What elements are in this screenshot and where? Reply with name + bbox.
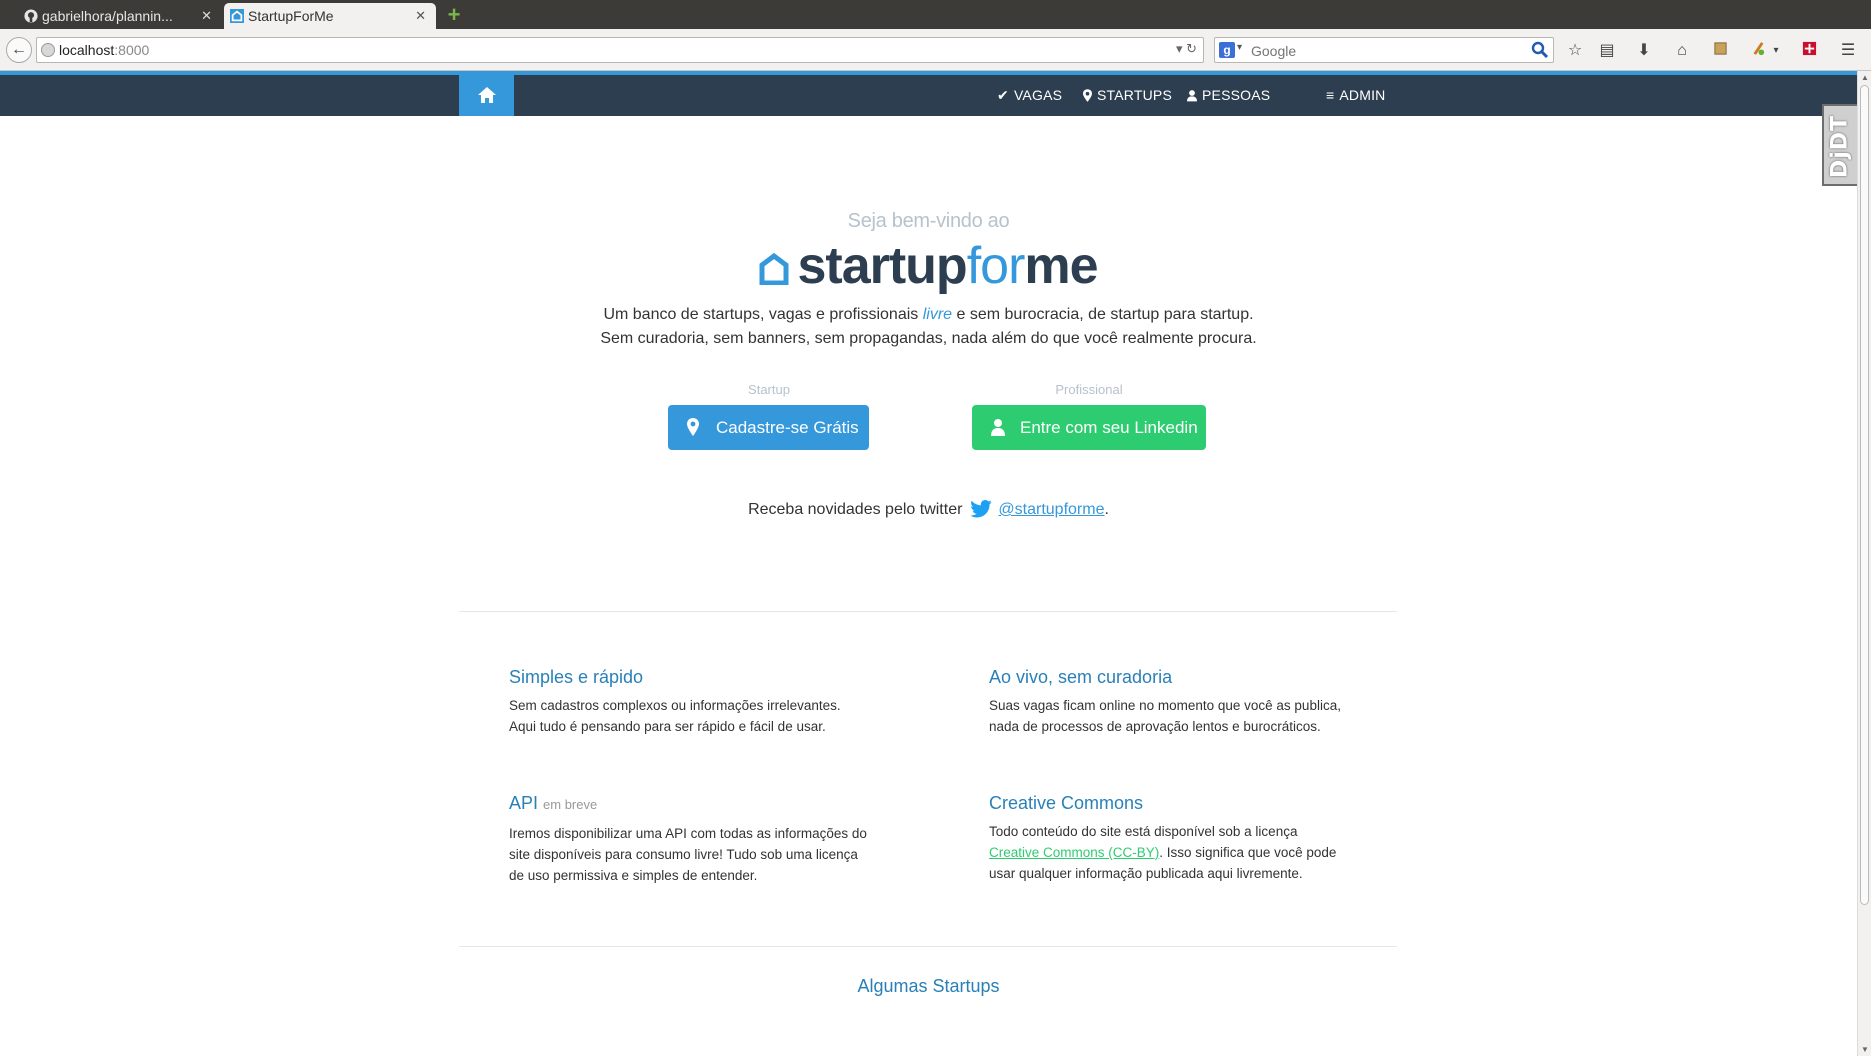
- bookmark-star-icon[interactable]: ☆: [1565, 41, 1585, 61]
- welcome-text: Seja bem-vindo ao: [847, 210, 1010, 232]
- search-engine-dropdown-icon[interactable]: ▾: [1237, 42, 1242, 53]
- creative-commons-link[interactable]: Creative Commons (CC-BY): [989, 845, 1159, 860]
- scroll-up-arrow-icon[interactable]: ▲: [1860, 73, 1870, 82]
- tab-title: StartupForMe: [248, 8, 334, 24]
- divider: [459, 946, 1397, 947]
- feature-title: Ao vivo, sem curadoria: [989, 667, 1173, 687]
- url-host: localhost: [59, 42, 115, 58]
- tagline-part1: Um banco de startups, vagas e profission…: [603, 306, 923, 323]
- menu-hamburger-icon[interactable]: ☰: [1838, 41, 1858, 61]
- close-tab-icon[interactable]: ✕: [201, 3, 212, 29]
- startup-label: Startup: [748, 382, 790, 397]
- feature-text-before: Todo conteúdo do site está disponível so…: [989, 824, 1298, 839]
- scroll-thumb[interactable]: [1860, 85, 1869, 905]
- feature-text: Sem cadastros complexos ou informações i…: [509, 698, 841, 734]
- map-marker-icon: [1083, 89, 1092, 102]
- check-icon: ✔: [997, 87, 1009, 103]
- house-logo-icon: [759, 252, 789, 286]
- tagline-line2: Sem curadoria, sem banners, sem propagan…: [600, 330, 1257, 347]
- feature-title: API: [509, 793, 539, 813]
- section-title-startups: Algumas Startups: [857, 976, 1000, 996]
- nav-startups[interactable]: STARTUPS: [1083, 75, 1172, 116]
- map-marker-icon: [687, 418, 699, 436]
- browser-tab-startupforme[interactable]: StartupForMe ✕: [224, 3, 436, 29]
- scroll-down-arrow-icon[interactable]: ▼: [1860, 1045, 1870, 1054]
- addon-icon[interactable]: [1748, 41, 1768, 61]
- brand-me: me: [1024, 237, 1098, 295]
- menu-icon: ≡: [1326, 87, 1335, 103]
- page-scrollbar[interactable]: ▲ ▼: [1857, 71, 1871, 1056]
- feature-text: Suas vagas ficam online no momento que v…: [989, 698, 1341, 734]
- google-icon[interactable]: g: [1219, 42, 1235, 58]
- site-navbar: ✔ VAGAS STARTUPS PESSOAS ≡ ADMIN: [0, 71, 1857, 116]
- nav-vagas-label: VAGAS: [1013, 87, 1063, 103]
- feature-creative-commons: Creative Commons Todo conteúdo do site e…: [989, 791, 1369, 884]
- firebug-icon[interactable]: [1799, 41, 1819, 61]
- feature-api: API em breve Iremos disponibilizar uma A…: [509, 791, 889, 886]
- nav-admin[interactable]: ≡ ADMIN: [1326, 75, 1386, 116]
- browser-toolbar: ← localhost:8000 ▾ ↻ g ▾ ☆ ▤ ⬇ ⌂ ▾ ☰: [0, 29, 1871, 71]
- tagline-livre: livre: [922, 306, 953, 323]
- addon-dropdown-icon[interactable]: ▾: [1766, 41, 1786, 61]
- reading-list-icon[interactable]: ▤: [1597, 41, 1617, 61]
- home-icon: [478, 87, 496, 103]
- feature-simples: Simples e rápido Sem cadastros complexos…: [509, 665, 889, 737]
- house-favicon-icon: [230, 9, 244, 23]
- signup-free-label: Cadastre-se Grátis: [716, 418, 859, 437]
- twitter-handle-link[interactable]: @startupforme: [998, 501, 1104, 518]
- linkedin-login-label: Entre com seu Linkedin: [1020, 418, 1198, 437]
- tagline-part2: e sem burocracia, de startup para startu…: [952, 306, 1254, 323]
- feature-title: Creative Commons: [989, 793, 1144, 813]
- download-icon[interactable]: ⬇: [1634, 41, 1654, 61]
- tab-title: gabrielhora/plannin...: [42, 8, 173, 24]
- close-tab-icon[interactable]: ✕: [415, 3, 426, 29]
- back-arrow-icon[interactable]: ←: [6, 37, 32, 63]
- brand-logo: startupforme: [0, 236, 1857, 296]
- user-icon: [991, 419, 1005, 436]
- nav-admin-label: ADMIN: [1339, 87, 1386, 103]
- reload-icon[interactable]: ↻: [1186, 41, 1197, 56]
- twitter-bird-icon: [970, 500, 993, 518]
- search-bar[interactable]: g ▾: [1214, 37, 1554, 63]
- github-icon: [24, 9, 38, 23]
- search-icon[interactable]: [1531, 41, 1549, 59]
- home-icon[interactable]: ⌂: [1672, 41, 1692, 61]
- url-bar[interactable]: localhost:8000 ▾ ↻: [36, 37, 1204, 63]
- new-tab-icon[interactable]: +: [443, 3, 465, 27]
- signup-free-button[interactable]: Cadastre-se Grátis: [668, 405, 869, 450]
- divider: [459, 611, 1397, 612]
- nav-startups-label: STARTUPS: [1097, 87, 1172, 103]
- twitter-line: Receba novidades pelo twitter @startupfo…: [0, 500, 1857, 519]
- user-icon: [1187, 90, 1197, 102]
- brand-startup: startup: [797, 237, 967, 295]
- ddt-toolbar-handle[interactable]: DjDT: [1822, 104, 1857, 186]
- nav-vagas[interactable]: ✔ VAGAS: [997, 75, 1062, 116]
- search-input[interactable]: [1249, 40, 1523, 62]
- brand-for: for: [966, 237, 1026, 295]
- twitter-suffix: .: [1104, 501, 1109, 518]
- feature-badge-em-breve: em breve: [543, 797, 598, 812]
- globe-icon: [41, 43, 55, 57]
- bookmarks-icon[interactable]: [1710, 41, 1730, 61]
- feature-title: Simples e rápido: [509, 667, 644, 687]
- feature-text: Iremos disponibilizar uma API com todas …: [509, 826, 867, 883]
- tagline: Um banco de startups, vagas e profission…: [0, 303, 1857, 351]
- feature-ao-vivo: Ao vivo, sem curadoria Suas vagas ficam …: [989, 665, 1369, 737]
- profissional-label: Profissional: [1055, 382, 1123, 397]
- ddt-label: DjDT: [1827, 114, 1853, 179]
- twitter-text: Receba novidades pelo twitter: [748, 501, 963, 518]
- nav-pessoas[interactable]: PESSOAS: [1187, 75, 1270, 116]
- browser-tabbar: gabrielhora/plannin... ✕ StartupForMe ✕ …: [0, 0, 1871, 29]
- url-port: :8000: [114, 42, 150, 58]
- nav-pessoas-label: PESSOAS: [1202, 87, 1271, 103]
- url-dropdown-icon[interactable]: ▾: [1176, 41, 1183, 56]
- home-button[interactable]: [459, 75, 514, 116]
- browser-tab-github[interactable]: gabrielhora/plannin... ✕: [18, 3, 222, 29]
- linkedin-login-button[interactable]: Entre com seu Linkedin: [972, 405, 1206, 450]
